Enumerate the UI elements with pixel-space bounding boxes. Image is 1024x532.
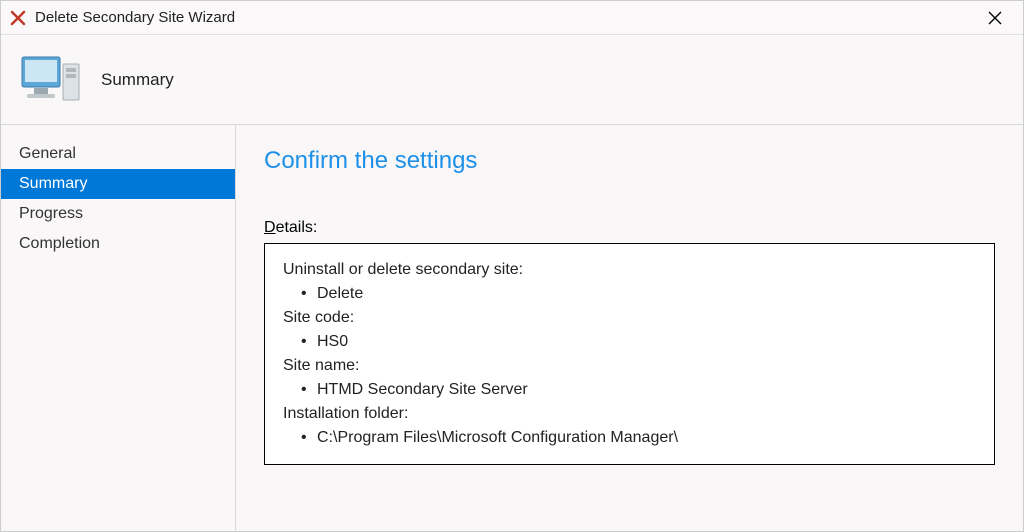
- wizard-steps-sidebar: General Summary Progress Completion: [1, 125, 236, 531]
- close-button[interactable]: [975, 3, 1015, 33]
- detail-action-value-row: •Delete: [283, 282, 976, 306]
- detail-sitename-value-row: •HTMD Secondary Site Server: [283, 378, 976, 402]
- close-icon: [988, 11, 1002, 25]
- details-label: Details:: [264, 219, 995, 237]
- detail-sitecode-value-row: •HS0: [283, 330, 976, 354]
- content-heading: Confirm the settings: [264, 147, 995, 175]
- header-band: Summary: [1, 35, 1023, 125]
- header-title: Summary: [101, 70, 174, 90]
- detail-sitecode-label: Site code:: [283, 306, 976, 330]
- sidebar-item-summary[interactable]: Summary: [1, 169, 235, 199]
- content-pane: Confirm the settings Details: Uninstall …: [236, 125, 1023, 531]
- detail-action-label: Uninstall or delete secondary site:: [283, 258, 976, 282]
- titlebar: Delete Secondary Site Wizard: [1, 1, 1023, 35]
- body-area: General Summary Progress Completion Conf…: [1, 125, 1023, 531]
- detail-sitename-label: Site name:: [283, 354, 976, 378]
- detail-installfolder-label: Installation folder:: [283, 402, 976, 426]
- sidebar-item-completion[interactable]: Completion: [1, 229, 235, 259]
- wizard-window: Delete Secondary Site Wizard Summary Gen…: [0, 0, 1024, 532]
- details-box[interactable]: Uninstall or delete secondary site: •Del…: [264, 243, 995, 465]
- sidebar-item-general[interactable]: General: [1, 139, 235, 169]
- app-icon: [9, 9, 27, 27]
- window-title: Delete Secondary Site Wizard: [35, 9, 975, 26]
- computer-icon: [19, 52, 83, 107]
- detail-installfolder-value-row: •C:\Program Files\Microsoft Configuratio…: [283, 426, 976, 450]
- sidebar-item-progress[interactable]: Progress: [1, 199, 235, 229]
